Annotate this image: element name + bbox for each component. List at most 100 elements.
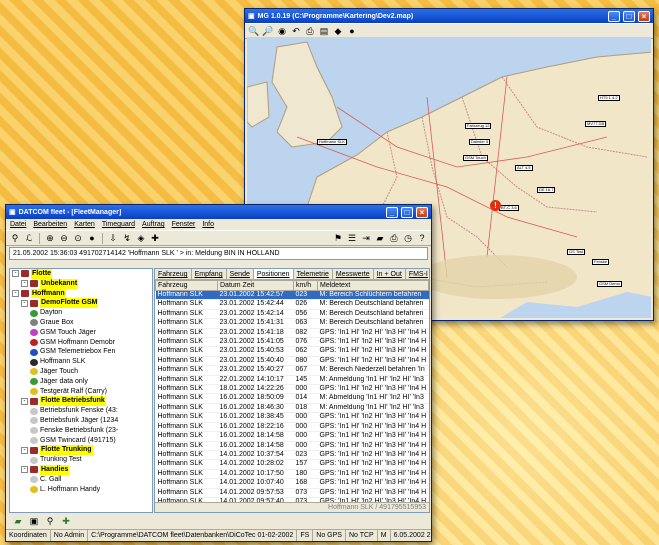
tree-vehicle-item[interactable]: GSM Touch Jäger	[10, 328, 152, 338]
tree-vehicle-item[interactable]: Trunking Test	[10, 455, 152, 465]
zoom-in-icon[interactable]: 🔍	[248, 25, 260, 37]
vehicle-marker[interactable]: DE 16.7	[537, 187, 556, 193]
table-row[interactable]: Hoffmann SLK 14.01.2002 10:28:02 157 GPS: '…	[155, 459, 429, 470]
tree-vehicle-item[interactable]: Graue Box	[10, 318, 152, 328]
tree-vehicle-item[interactable]: Hoffmann SLK	[10, 357, 152, 367]
globe-icon[interactable]: ◉	[276, 25, 288, 37]
table-row[interactable]: Hoffmann SLK 14.01.2002 10:07:40 168 GPS: '…	[155, 478, 429, 489]
table-row[interactable]: Hoffmann SLK 16.01.2002 18:46:30 018 M: Anm…	[155, 403, 429, 414]
search-icon[interactable]: ⚲	[9, 232, 21, 244]
zoom-out-icon[interactable]: ⊖	[58, 232, 70, 244]
download-icon[interactable]: ⇩	[107, 232, 119, 244]
column-header[interactable]: km/h	[293, 280, 318, 291]
tree-vehicle-item[interactable]: GSM Twincard (491715)	[10, 436, 152, 446]
map-window-titlebar[interactable]: ▣ MG 1.0.19 (C:\Programme\Kartering\Dev2…	[245, 9, 653, 23]
fleet-manager-window[interactable]: ▣ DATCOM fleet - [FleetManager] _ □ × Da…	[5, 204, 432, 542]
tab-messwerte[interactable]: Messwerte	[333, 269, 374, 279]
table-row[interactable]: Hoffmann SLK 23.01.2002 15:40:27 067 M: Ber…	[155, 365, 429, 376]
tab-telemetrie[interactable]: Telemetrie	[294, 269, 333, 279]
expand-toggle-icon[interactable]: -	[12, 289, 19, 297]
tree-group-item[interactable]: - Flotte Betriebsfunk	[10, 396, 152, 407]
route-icon[interactable]: ↯	[121, 232, 133, 244]
expand-toggle-icon[interactable]: -	[21, 397, 28, 405]
chart-icon[interactable]: ℒ	[23, 232, 35, 244]
zoom-area-icon[interactable]: ⊙	[72, 232, 84, 244]
table-row[interactable]: Hoffmann SLK 16.01.2002 18:38:45 000 GPS: '…	[155, 412, 429, 423]
add-icon[interactable]: ✚	[149, 232, 161, 244]
minimize-button[interactable]: _	[608, 10, 620, 22]
maximize-button[interactable]: □	[401, 206, 413, 218]
table-row[interactable]: Hoffmann SLK 22.01.2002 14:10:17 145 M: Anm…	[155, 375, 429, 386]
table-row[interactable]: Hoffmann SLK 14.01.2002 10:37:54 023 GPS: '…	[155, 450, 429, 461]
vehicle-marker[interactable]: GSM Touch	[463, 155, 488, 161]
table-row[interactable]: Hoffmann SLK 14.01.2002 09:57:53 073 GPS: '…	[155, 488, 429, 498]
fleet-titlebar[interactable]: ▣ DATCOM fleet - [FleetManager] _ □ ×	[6, 205, 431, 219]
tree-vehicle-item[interactable]: Betriebsfunk Jäger (1234	[10, 416, 152, 426]
vehicle-marker[interactable]: GS Test	[567, 249, 586, 255]
tab-positionen[interactable]: Positionen	[253, 269, 294, 279]
printer-icon[interactable]: ⎙	[388, 232, 400, 244]
info-icon[interactable]: ●	[346, 25, 358, 37]
vehicle-marker[interactable]: GSM Demo	[597, 281, 622, 287]
vehicle-marker[interactable]: Fenske	[592, 259, 610, 265]
layer-icon[interactable]: ▤	[318, 25, 330, 37]
car-icon[interactable]: ▣	[28, 516, 40, 528]
menu-auftrag[interactable]: Auftrag	[142, 221, 165, 228]
globe-icon[interactable]: ●	[86, 232, 98, 244]
tree-vehicle-item[interactable]: C. Gall	[10, 475, 152, 485]
menu-timeguard[interactable]: Timeguard	[102, 221, 135, 228]
expand-toggle-icon[interactable]: -	[21, 280, 28, 288]
menu-bearbeiten[interactable]: Bearbeiten	[33, 221, 67, 228]
arrow-icon[interactable]: ↶	[290, 25, 302, 37]
maximize-button[interactable]: □	[623, 10, 635, 22]
vehicle-marker[interactable]: Hoffmann SLK	[317, 139, 347, 145]
column-header[interactable]: Datum Zeit	[217, 280, 294, 291]
vehicle-marker[interactable]: ALT 4.5	[515, 165, 533, 171]
tab-fahrzeug[interactable]: Fahrzeug	[155, 269, 192, 279]
close-button[interactable]: ×	[638, 10, 650, 22]
add-icon[interactable]: ✚	[60, 516, 72, 528]
search-icon[interactable]: ⚲	[44, 516, 56, 528]
table-row[interactable]: Hoffmann SLK 23.01.2002 15:41:31 063 M: Ber…	[155, 318, 429, 329]
vehicle-marker[interactable]: BT-C 3.6	[499, 205, 519, 211]
menu-fenster[interactable]: Fenster	[172, 221, 196, 228]
tab-in-out[interactable]: In + Out	[374, 269, 406, 279]
menu-datei[interactable]: Datei	[10, 221, 26, 228]
locate-icon[interactable]: ◈	[135, 232, 147, 244]
tree-group-item[interactable]: - Hoffmann	[10, 288, 152, 299]
tree-group-item[interactable]: - Unbekannt	[10, 278, 152, 289]
close-button[interactable]: ×	[416, 206, 428, 218]
tab-sende[interactable]: Sende	[227, 269, 254, 279]
tree-vehicle-item[interactable]: Fenske Betriebsfunk (23-	[10, 426, 152, 436]
vehicle-marker[interactable]: Fahrzeug 12	[465, 123, 492, 129]
table-row[interactable]: Hoffmann SLK 14.01.2002 10:17:50 180 GPS: '…	[155, 469, 429, 480]
tree-vehicle-item[interactable]: GSM Telemetriebox Fen	[10, 347, 152, 357]
table-row[interactable]: Hoffmann SLK 23.01.2002 15:41:05 076 GPS: '…	[155, 337, 429, 348]
alert-icon[interactable]: !	[490, 200, 501, 211]
column-header[interactable]: Meldetext	[317, 280, 429, 291]
tab-fms[interactable]: FMS-I	[406, 269, 429, 279]
tree-group-item[interactable]: - Handies	[10, 464, 152, 475]
column-header[interactable]: Fahrzeug	[155, 280, 218, 291]
table-row[interactable]: Hoffmann SLK 23.01.2002 15:40:53 062 GPS: '…	[155, 346, 429, 357]
tree-vehicle-item[interactable]: GSM Hoffmann Demobr	[10, 338, 152, 348]
fleet-tree[interactable]: - Flotte - Unbekannt - Hoffmann - DemoFlotte GS…	[9, 268, 153, 513]
vehicle-marker[interactable]: Daimler 5	[469, 139, 491, 145]
tree-vehicle-item[interactable]: Betriebsfunk Fenske (43:	[10, 406, 152, 416]
table-row[interactable]: Hoffmann SLK 23.01.2002 15:42:14 056 M: Ber…	[155, 309, 429, 320]
zoom-out-icon[interactable]: 🔎	[262, 25, 274, 37]
zoom-in-icon[interactable]: ⊕	[44, 232, 56, 244]
expand-toggle-icon[interactable]: -	[21, 466, 28, 474]
clock-icon[interactable]: ◷	[402, 232, 414, 244]
table-row[interactable]: Hoffmann SLK 16.01.2002 18:14:58 000 GPS: '…	[155, 431, 429, 442]
vehicle-marker[interactable]: HT5 1.4.2	[598, 95, 620, 101]
table-row[interactable]: Hoffmann SLK 16.01.2002 18:14:58 000 GPS: '…	[155, 441, 429, 451]
menu-karten[interactable]: Karten	[74, 221, 95, 228]
vehicle-marker[interactable]: MV77 DB	[585, 121, 607, 127]
tree-vehicle-item[interactable]: Testgerät Ralf (Carry)	[10, 387, 152, 397]
help-icon[interactable]: ?	[416, 232, 428, 244]
minimize-button[interactable]: _	[386, 206, 398, 218]
exit-icon[interactable]: ⇥	[360, 232, 372, 244]
tree-vehicle-item[interactable]: Jäger Touch	[10, 367, 152, 377]
table-row[interactable]: Hoffmann SLK 23.01.2002 15:42:44 026 M: Ber…	[155, 299, 429, 310]
